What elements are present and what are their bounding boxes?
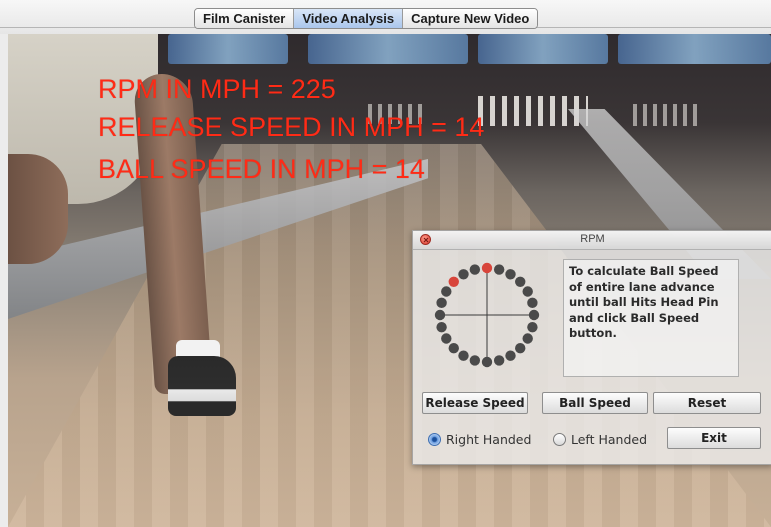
dial-dot	[515, 276, 526, 287]
rpm-dial-icon[interactable]	[431, 259, 543, 371]
masking-panel	[308, 34, 468, 64]
pin-deck	[633, 104, 703, 126]
dial-dot	[522, 286, 533, 297]
dial-dot	[458, 350, 469, 361]
instructions-text: To calculate Ball Speed of entire lane a…	[563, 259, 739, 377]
dial-dot	[436, 321, 447, 333]
tab-bar: Film Canister Video Analysis Capture New…	[0, 0, 771, 34]
dial-dot	[528, 309, 540, 321]
release-speed-button[interactable]: Release Speed	[422, 392, 528, 414]
left-handed-label: Left Handed	[571, 431, 648, 447]
dial-dot	[448, 343, 459, 354]
radio-selected-icon[interactable]	[428, 432, 441, 446]
masking-panel	[168, 34, 288, 64]
masking-panel	[618, 34, 771, 64]
dial-dot	[469, 264, 481, 275]
dial-dot	[515, 343, 526, 354]
dialog-title-bar[interactable]: RPM	[413, 231, 771, 250]
radio-unselected-icon[interactable]	[553, 432, 566, 446]
dial-dot	[505, 350, 516, 361]
dial-dot-highlighted	[448, 276, 459, 287]
release-speed-readout: RELEASE SPEED IN MPH = 14	[98, 112, 485, 142]
exit-button[interactable]: Exit	[667, 427, 761, 449]
dial-dot	[527, 297, 538, 309]
tab-film-canister[interactable]: Film Canister	[195, 9, 295, 28]
segmented-tabs: Film Canister Video Analysis Capture New…	[194, 8, 539, 29]
dial-dot	[481, 356, 493, 368]
dial-dot	[434, 309, 446, 321]
right-handed-label: Right Handed	[446, 431, 532, 447]
bowler-arm	[8, 154, 68, 264]
tab-capture-new-video[interactable]: Capture New Video	[403, 9, 538, 28]
dial-dot	[469, 355, 481, 366]
dial-dot	[458, 269, 469, 280]
dial-dot	[493, 264, 505, 275]
dial-dot-highlighted	[481, 262, 493, 274]
left-handed-radio[interactable]: Left Handed	[553, 430, 647, 448]
bowling-shoe	[168, 356, 236, 416]
dial-dot	[522, 333, 533, 344]
rpm-dialog: RPM To calculate Ball Speed of entire la…	[412, 230, 771, 465]
dial-dot	[505, 269, 516, 280]
dial-dot	[436, 297, 447, 309]
reset-button[interactable]: Reset	[653, 392, 761, 414]
dial-dot	[441, 286, 452, 297]
ball-speed-readout: BALL SPEED IN MPH = 14	[98, 154, 425, 184]
dial-dot	[493, 355, 505, 366]
masking-panel	[478, 34, 608, 64]
dial-dot	[527, 321, 538, 333]
right-handed-radio[interactable]: Right Handed	[428, 430, 531, 448]
dialog-title: RPM	[580, 233, 605, 245]
dial-dot	[441, 333, 452, 344]
tab-video-analysis[interactable]: Video Analysis	[294, 9, 404, 28]
rpm-readout: RPM IN MPH = 225	[98, 74, 336, 104]
ball-speed-button[interactable]: Ball Speed	[542, 392, 648, 414]
